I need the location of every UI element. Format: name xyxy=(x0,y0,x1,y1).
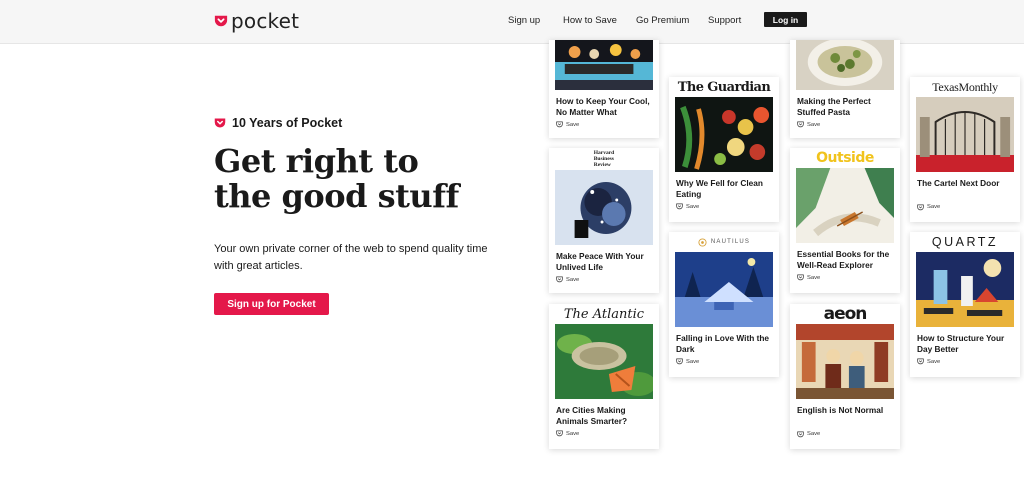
save-button-peace[interactable]: Save xyxy=(556,276,652,283)
logo-text: pocket xyxy=(231,9,300,33)
article-card-pasta[interactable]: Making the Perfect Stuffed Pasta Save xyxy=(790,40,900,138)
save-label: Save xyxy=(566,276,580,283)
article-image-english xyxy=(796,324,894,399)
save-icon xyxy=(917,358,924,365)
save-icon xyxy=(676,358,683,365)
ten-years-badge: 10 Years of Pocket xyxy=(214,116,342,130)
publisher-outside: Outside xyxy=(816,150,874,166)
save-label: Save xyxy=(566,430,580,437)
save-icon xyxy=(797,431,804,437)
save-label: Save xyxy=(686,358,700,365)
save-icon xyxy=(797,274,804,281)
article-image-peace xyxy=(555,170,653,245)
save-icon xyxy=(797,121,804,128)
article-card-books[interactable]: Outside Essential Books for the Well-Rea… xyxy=(790,148,900,293)
pocket-logo-icon xyxy=(214,15,228,27)
save-button-english[interactable]: Save xyxy=(797,431,893,438)
article-card-peace[interactable]: Harvard Business Review Make Peace With … xyxy=(549,148,659,293)
article-image-day xyxy=(916,252,1014,327)
login-button[interactable]: Log in xyxy=(764,12,807,27)
nav-sign-up[interactable]: Sign up xyxy=(508,15,540,26)
save-label: Save xyxy=(807,274,821,281)
nav-how-to-save[interactable]: How to Save xyxy=(563,15,617,26)
article-image-clean xyxy=(675,97,773,172)
article-title-peace: Make Peace With Your Unlived Life xyxy=(556,251,644,272)
pocket-logo[interactable]: pocket xyxy=(214,9,299,33)
article-card-cool[interactable]: How to Keep Your Cool, No Matter What Sa… xyxy=(549,40,659,138)
article-image-dark xyxy=(675,252,773,327)
save-label: Save xyxy=(686,203,700,210)
nautilus-icon xyxy=(698,237,707,247)
hbr-line-3: Review xyxy=(593,162,611,168)
nav-support[interactable]: Support xyxy=(708,15,741,26)
save-icon xyxy=(556,121,563,128)
publisher-texasmonthly: TexasMonthly xyxy=(932,79,998,94)
article-title-pasta: Making the Perfect Stuffed Pasta xyxy=(797,96,871,117)
publisher-quartz: QUARTZ xyxy=(931,235,999,249)
page-headline: Get right to the good stuff xyxy=(214,144,504,214)
headline-line-2: the good stuff xyxy=(214,177,459,215)
publisher-hbr: Harvard Business Review xyxy=(594,150,614,168)
save-label: Save xyxy=(927,204,941,210)
article-card-dark[interactable]: NAUTILUS Falling in Love With the Dark S… xyxy=(669,232,779,377)
headline-line-1: Get right to xyxy=(214,142,419,180)
site-header: pocket Sign up How to Save Go Premium Su… xyxy=(0,0,1024,44)
publisher-aeon: aeon xyxy=(823,304,868,324)
article-card-cartel[interactable]: TexasMonthly The Cartel Next Door Save xyxy=(910,77,1020,222)
article-image-pasta xyxy=(796,40,894,90)
ten-years-text: 10 Years of Pocket xyxy=(232,116,343,130)
save-icon xyxy=(676,203,683,210)
article-card-english[interactable]: aeon English is Not Normal Save xyxy=(790,304,900,449)
save-button-cities[interactable]: Save xyxy=(556,430,652,437)
save-icon xyxy=(556,276,563,283)
signup-cta-button[interactable]: Sign up for Pocket xyxy=(214,293,329,315)
hero-subtext: Your own private corner of the web to sp… xyxy=(214,243,488,272)
nav-go-premium[interactable]: Go Premium xyxy=(636,15,689,26)
article-card-cities[interactable]: The Atlantic Are Cities Making Animals S… xyxy=(549,304,659,449)
save-button-books[interactable]: Save xyxy=(797,274,893,281)
article-title-cartel: The Cartel Next Door xyxy=(917,178,1000,188)
article-image-cartel xyxy=(916,97,1014,172)
nautilus-text: NAUTILUS xyxy=(710,239,751,245)
save-button-clean[interactable]: Save xyxy=(676,203,772,210)
pocket-badge-icon xyxy=(214,118,226,128)
article-title-dark: Falling in Love With the Dark xyxy=(676,333,770,354)
article-title-day: How to Structure Your Day Better xyxy=(917,333,1005,354)
article-image-books xyxy=(796,168,894,243)
article-title-english: English is Not Normal xyxy=(797,405,884,415)
save-label: Save xyxy=(566,121,580,128)
save-icon xyxy=(917,204,924,210)
article-title-cool: How to Keep Your Cool, No Matter What xyxy=(556,96,650,117)
publisher-nautilus: NAUTILUS xyxy=(698,237,751,247)
save-label: Save xyxy=(807,431,821,437)
save-label: Save xyxy=(927,358,941,365)
save-button-cartel[interactable]: Save xyxy=(917,204,1013,211)
article-card-clean[interactable]: The Guardian Why We Fell for Clean Eatin… xyxy=(669,77,779,222)
save-button-pasta[interactable]: Save xyxy=(797,121,893,128)
save-button-dark[interactable]: Save xyxy=(676,358,772,365)
save-icon xyxy=(556,430,563,437)
article-title-books: Essential Books for the Well-Read Explor… xyxy=(797,249,890,270)
article-title-cities: Are Cities Making Animals Smarter? xyxy=(556,405,628,426)
save-button-day[interactable]: Save xyxy=(917,358,1013,365)
article-title-clean: Why We Fell for Clean Eating xyxy=(676,178,763,199)
article-image-cities xyxy=(555,324,653,399)
publisher-atlantic: The Atlantic xyxy=(563,306,645,322)
save-label: Save xyxy=(807,121,821,128)
article-card-day[interactable]: QUARTZ How to Structure Your Day Better … xyxy=(910,232,1020,377)
save-button-cool[interactable]: Save xyxy=(556,121,652,128)
publisher-guardian: The Guardian xyxy=(677,79,771,95)
article-image-cool xyxy=(555,40,653,90)
